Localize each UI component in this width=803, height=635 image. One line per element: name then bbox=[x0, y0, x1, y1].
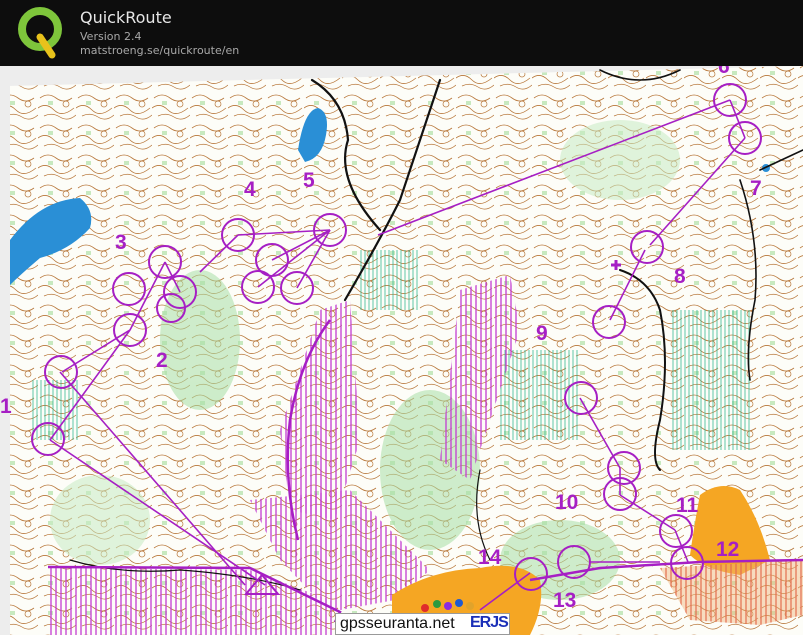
control-number-2: 2 bbox=[156, 349, 168, 372]
watermark-text: gpsseuranta.net bbox=[340, 615, 455, 632]
quickroute-logo-icon bbox=[18, 7, 62, 59]
control-number-8: 8 bbox=[674, 265, 686, 288]
app-version: Version 2.4 bbox=[80, 30, 142, 43]
control-number-6: 6 bbox=[718, 66, 730, 78]
control-number-11: 11 bbox=[676, 494, 699, 517]
watermark-logo: ERJS bbox=[470, 614, 509, 631]
app-title: QuickRoute bbox=[80, 8, 172, 27]
control-number-13: 13 bbox=[553, 589, 576, 612]
control-number-10: 10 bbox=[555, 491, 578, 514]
orienteering-map[interactable]: 1 2 3 4 5 6 7 8 9 10 11 12 13 14 bbox=[0, 66, 803, 635]
control-number-5: 5 bbox=[303, 169, 315, 192]
control-number-14: 14 bbox=[478, 546, 502, 569]
app-header: QuickRoute Version 2.4 matstroeng.se/qui… bbox=[0, 0, 803, 66]
gpsseuranta-watermark: gpsseuranta.net ERJS bbox=[335, 613, 510, 635]
control-number-12: 12 bbox=[716, 538, 739, 561]
control-number-4: 4 bbox=[244, 178, 256, 201]
app-url[interactable]: matstroeng.se/quickroute/en bbox=[80, 44, 239, 57]
control-number-9: 9 bbox=[536, 322, 548, 345]
control-number-3: 3 bbox=[115, 231, 127, 254]
control-number-1: 1 bbox=[0, 395, 12, 418]
map-canvas: 1 2 3 4 5 6 7 8 9 10 11 12 13 14 bbox=[0, 66, 803, 635]
control-number-7: 7 bbox=[750, 177, 762, 200]
